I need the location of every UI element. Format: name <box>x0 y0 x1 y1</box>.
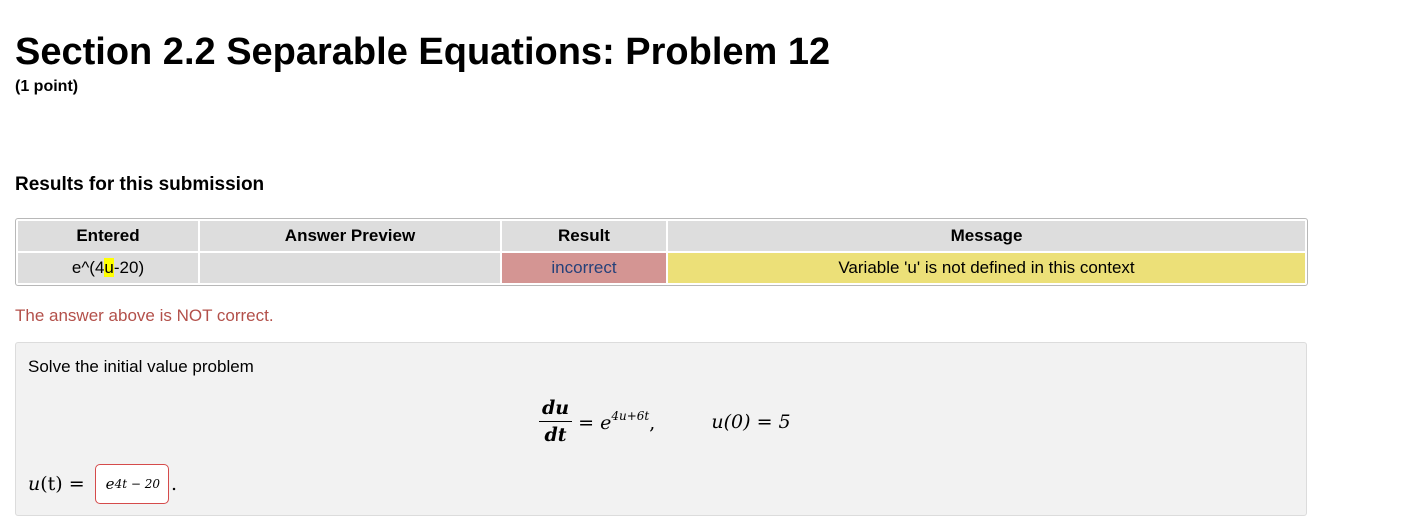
page-title: Section 2.2 Separable Equations: Problem… <box>15 31 831 73</box>
problem-page: Section 2.2 Separable Equations: Problem… <box>0 0 1409 527</box>
answer-row: u (t) = e 4t − 20 . <box>28 463 177 505</box>
results-table: Entered Answer Preview Result Message e^… <box>15 218 1308 286</box>
entered-text-suffix: -20) <box>113 258 145 277</box>
answer-label-rest: (t) = <box>40 473 85 495</box>
message-cell: Variable 'u' is not defined in this cont… <box>668 253 1305 283</box>
problem-statement-box: Solve the initial value problem du dt = … <box>15 342 1307 516</box>
equation-exponent: 4u+6t <box>611 409 650 423</box>
results-heading: Results for this submission <box>15 174 265 195</box>
derivative-numerator: du <box>539 397 573 422</box>
entered-error-highlight: u <box>104 258 114 277</box>
column-header-message: Message <box>668 221 1305 251</box>
equation-rhs: = e4u+6t, <box>578 409 655 434</box>
answer-input[interactable]: e 4t − 20 <box>94 464 169 504</box>
results-header-row: Entered Answer Preview Result Message <box>18 221 1305 251</box>
column-header-entered: Entered <box>18 221 198 251</box>
problem-prompt: Solve the initial value problem <box>28 357 254 376</box>
equation-rhs-base: = e <box>578 412 612 434</box>
equation-comma: , <box>649 412 656 434</box>
problem-points: (1 point) <box>15 78 79 95</box>
table-row: e^(4u-20) incorrect Variable 'u' is not … <box>18 253 1305 283</box>
differential-equation: du dt = e4u+6t, u(0) = 5 <box>539 397 791 453</box>
answer-trailing-period: . <box>170 473 178 495</box>
answer-value-base: e <box>105 475 115 493</box>
answer-value-exponent: 4t − 20 <box>114 477 160 491</box>
result-cell: incorrect <box>502 253 666 283</box>
answer-label-var: u <box>28 473 41 495</box>
derivative-denominator: dt <box>544 424 567 446</box>
column-header-answer-preview: Answer Preview <box>200 221 500 251</box>
initial-condition: u(0) = 5 <box>711 410 791 433</box>
column-header-result: Result <box>502 221 666 251</box>
correctness-status-text: The answer above is NOT correct. <box>15 306 274 325</box>
answer-preview-cell <box>200 253 500 283</box>
derivative-fraction: du dt <box>539 397 573 446</box>
entered-cell: e^(4u-20) <box>18 253 198 283</box>
entered-text-prefix: e^(4 <box>71 258 105 277</box>
